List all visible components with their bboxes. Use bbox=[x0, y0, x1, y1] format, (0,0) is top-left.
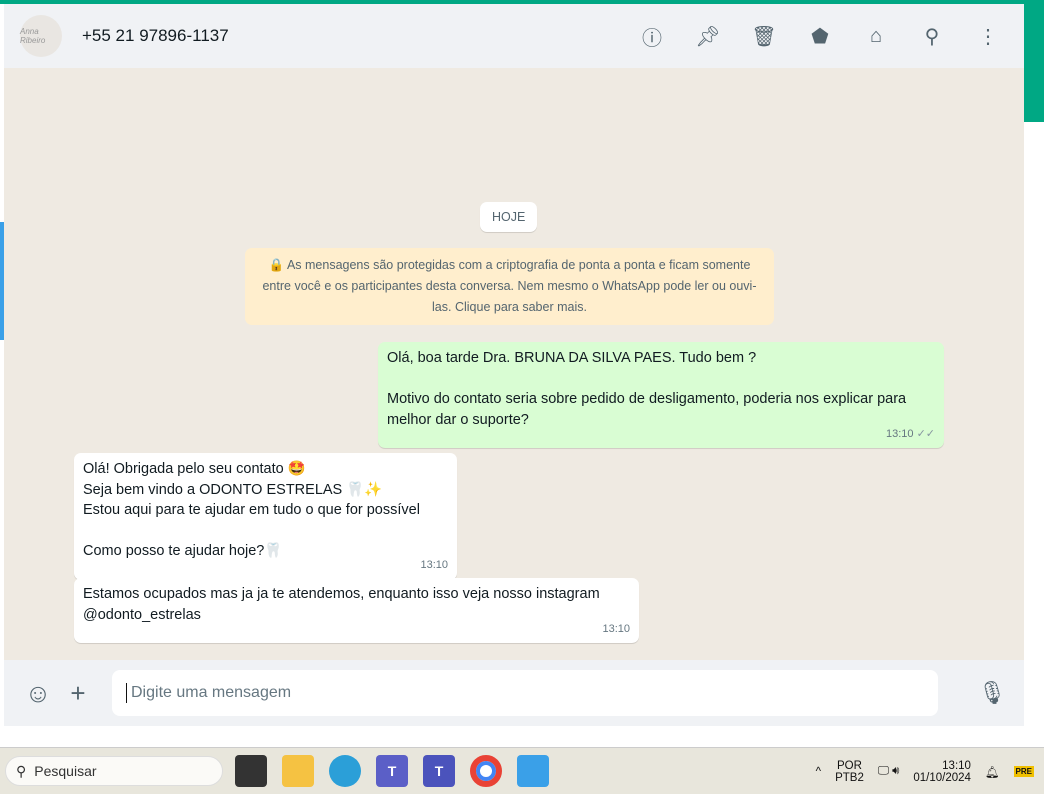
edge-icon[interactable] bbox=[329, 755, 361, 787]
message-list[interactable]: HOJE 🔒 As mensagens são protegidas com a… bbox=[4, 68, 1024, 660]
date-divider: HOJE bbox=[480, 202, 538, 232]
message-time: 13:10 ✓✓ bbox=[885, 427, 935, 440]
emoji-icon[interactable]: ☺ bbox=[18, 678, 58, 709]
message-text: Olá, boa tarde Dra. BRUNA DA SILVA PAES.… bbox=[387, 350, 907, 428]
clock[interactable]: 13:10 01/10/2024 bbox=[913, 760, 971, 784]
network-volume-icon[interactable]: 🖵 🔊︎ bbox=[878, 765, 900, 778]
chrome-icon[interactable] bbox=[470, 755, 502, 787]
message-time: 13:10 bbox=[420, 559, 448, 571]
contact-name[interactable]: +55 21 97896-1137 bbox=[82, 26, 229, 46]
pin-icon[interactable]: 📌︎ bbox=[692, 24, 724, 49]
avatar-logo: Anna Ribeiro bbox=[20, 27, 46, 45]
whatsapp-chat: Anna Ribeiro +55 21 97896-1137 ⓘ 📌︎ 🗑︎ ⬟… bbox=[4, 4, 1024, 726]
label-icon[interactable]: ⬟ bbox=[804, 24, 836, 49]
microphone-icon[interactable]: 🎙︎ bbox=[978, 680, 1006, 706]
incoming-message: Estamos ocupados mas ja ja te atendemos,… bbox=[74, 578, 639, 643]
bell-icon[interactable]: 🔔︎ bbox=[985, 765, 1000, 779]
side-strip bbox=[1024, 0, 1044, 122]
menu-icon[interactable]: ⋮ bbox=[972, 24, 1004, 49]
read-ticks-icon: ✓✓ bbox=[916, 427, 935, 440]
search-icon: ⚲ bbox=[16, 762, 27, 779]
composer: ☺ + Digite uma mensagem 🎙︎ bbox=[4, 660, 1024, 726]
task-view-icon[interactable] bbox=[235, 755, 267, 787]
copilot-icon[interactable]: PRE bbox=[1013, 766, 1034, 777]
message-text: Olá! Obrigada pelo seu contato 🤩 Seja be… bbox=[83, 461, 420, 559]
search-label: Pesquisar bbox=[34, 763, 97, 779]
search-icon[interactable]: ⚲ bbox=[916, 24, 948, 49]
chat-header: Anna Ribeiro +55 21 97896-1137 ⓘ 📌︎ 🗑︎ ⬟… bbox=[4, 4, 1024, 68]
taskbar-search[interactable]: ⚲ Pesquisar bbox=[5, 756, 223, 786]
message-input[interactable]: Digite uma mensagem bbox=[112, 670, 938, 716]
attach-plus-icon[interactable]: + bbox=[58, 678, 98, 709]
avatar[interactable]: Anna Ribeiro bbox=[20, 15, 62, 57]
tray-chevron-icon[interactable]: ^ bbox=[816, 766, 821, 778]
delete-icon[interactable]: 🗑︎ bbox=[748, 24, 780, 49]
info-icon[interactable]: ⓘ bbox=[636, 22, 668, 51]
message-time: 13:10 bbox=[602, 622, 630, 635]
incoming-message: Olá! Obrigada pelo seu contato 🤩 Seja be… bbox=[74, 453, 457, 580]
store-icon[interactable]: ⌂ bbox=[860, 25, 892, 48]
encryption-notice[interactable]: 🔒 As mensagens são protegidas com a crip… bbox=[245, 248, 774, 325]
message-text: Estamos ocupados mas ja ja te atendemos,… bbox=[83, 586, 604, 623]
taskbar: ⚲ Pesquisar T T ^ POR PTB2 🖵 🔊︎ 13:10 01/10… bbox=[0, 747, 1044, 794]
notepad-icon[interactable] bbox=[517, 755, 549, 787]
language-indicator[interactable]: POR PTB2 bbox=[835, 760, 864, 784]
teams-classic-icon[interactable]: T bbox=[376, 755, 408, 787]
file-explorer-icon[interactable] bbox=[282, 755, 314, 787]
outgoing-message: Olá, boa tarde Dra. BRUNA DA SILVA PAES.… bbox=[378, 342, 944, 448]
teams-icon[interactable]: T bbox=[423, 755, 455, 787]
